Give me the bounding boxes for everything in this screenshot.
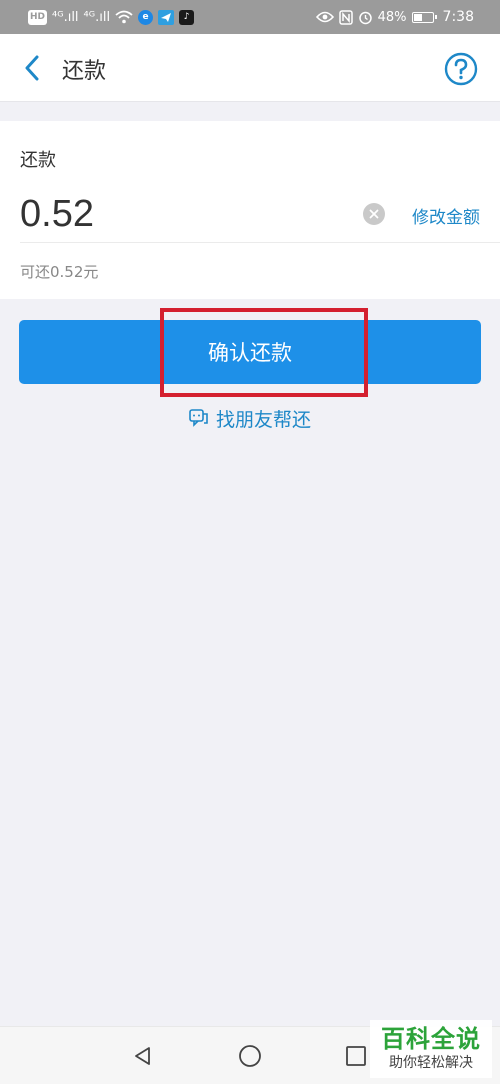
alarm-icon (358, 11, 372, 24)
battery-percent: 48% (377, 9, 407, 25)
send-icon (158, 9, 175, 25)
square-recents-icon (346, 1046, 366, 1066)
chevron-left-icon (25, 55, 39, 81)
app-notification-icon: e (138, 9, 154, 25)
status-bar: HD ⁴ᴳ.ıll ⁴ᴳ.ıll e ♪ 48% 7:38 (0, 0, 500, 34)
eye-icon (315, 11, 334, 23)
hd-badge: HD (28, 9, 48, 25)
repay-card: 还款 0.52 修改金额 可还0.52元 (0, 121, 500, 299)
wifi-icon (115, 10, 133, 24)
nfc-icon (338, 9, 353, 25)
signal-strength-2: ⁴ᴳ.ıll (83, 9, 111, 25)
status-left: HD ⁴ᴳ.ıll ⁴ᴳ.ıll e ♪ (28, 9, 195, 25)
tiktok-icon: ♪ (179, 9, 195, 25)
status-right: 48% 7:38 (315, 9, 474, 25)
watermark-subtitle: 助你轻松解决 (389, 1055, 473, 1071)
divider (20, 242, 500, 243)
circle-home-icon (239, 1045, 261, 1067)
triangle-back-icon (135, 1047, 150, 1065)
screen: HD ⁴ᴳ.ıll ⁴ᴳ.ıll e ♪ 48% 7:38 还款 还款 0.52… (0, 0, 500, 1084)
available-amount: 可还0.52元 (20, 263, 99, 281)
back-button[interactable] (14, 50, 50, 86)
chat-icon (189, 409, 208, 427)
amount-input[interactable]: 0.52 (20, 193, 94, 236)
nav-bar: 还款 (0, 34, 500, 102)
help-button[interactable] (444, 52, 478, 86)
clear-button[interactable] (363, 203, 385, 225)
ask-friend-label: 找朋友帮还 (215, 408, 311, 431)
modify-amount-link[interactable]: 修改金额 (412, 203, 480, 228)
battery-level (413, 13, 422, 21)
system-home-button[interactable] (237, 1043, 263, 1069)
help-icon (444, 52, 478, 86)
ask-friend-link[interactable]: 找朋友帮还 (189, 405, 311, 432)
repay-label: 还款 (20, 150, 56, 171)
watermark-logo: 百科全说 助你轻松解决 (370, 1020, 492, 1078)
close-icon (369, 209, 379, 219)
confirm-repay-label: 确认还款 (208, 341, 292, 365)
page-title: 还款 (62, 59, 107, 84)
signal-strength-1: ⁴ᴳ.ıll (52, 9, 79, 25)
confirm-repay-button[interactable]: 确认还款 (19, 320, 481, 384)
system-back-button[interactable] (130, 1043, 156, 1069)
friend-help-row: 找朋友帮还 (0, 404, 500, 432)
watermark-title: 百科全说 (381, 1025, 481, 1053)
battery-icon (411, 11, 437, 23)
clock: 7:38 (442, 9, 474, 25)
system-recents-button[interactable] (343, 1043, 369, 1069)
